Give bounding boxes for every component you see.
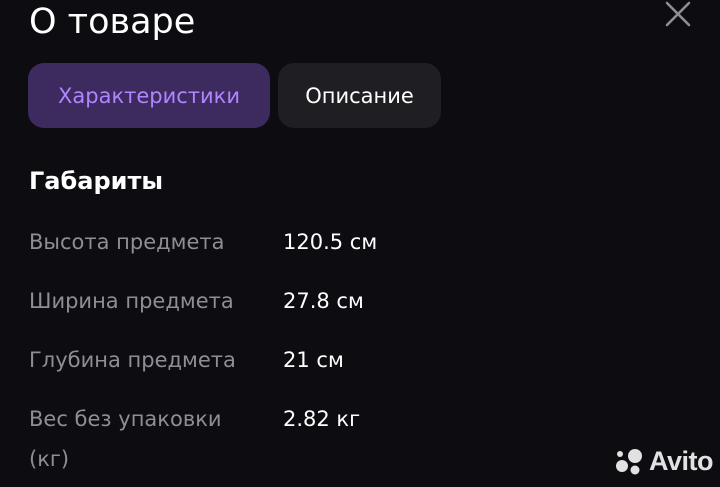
spec-value: 21 см	[283, 348, 344, 372]
avito-logo-icon	[616, 448, 642, 474]
spec-label: Высота предмета	[29, 230, 225, 254]
tab-description[interactable]: Описание	[278, 63, 441, 128]
spec-value: 2.82 кг	[283, 407, 361, 431]
close-icon	[665, 1, 691, 27]
spec-label: Глубина предмета	[29, 348, 236, 372]
spec-label: Ширина предмета	[29, 289, 234, 313]
tab-characteristics[interactable]: Характеристики	[28, 63, 270, 128]
section-title-dimensions: Габариты	[29, 167, 164, 195]
avito-watermark: Avito	[614, 446, 714, 477]
close-button[interactable]	[661, 0, 695, 30]
avito-logo-text: Avito	[649, 446, 714, 476]
tab-bar: Характеристики Описание	[28, 63, 441, 128]
page-title: О товаре	[29, 2, 196, 42]
spec-value: 27.8 см	[283, 289, 364, 313]
spec-value: 120.5 см	[283, 230, 378, 254]
spec-label: Вес без упаковки (кг)	[29, 407, 222, 471]
